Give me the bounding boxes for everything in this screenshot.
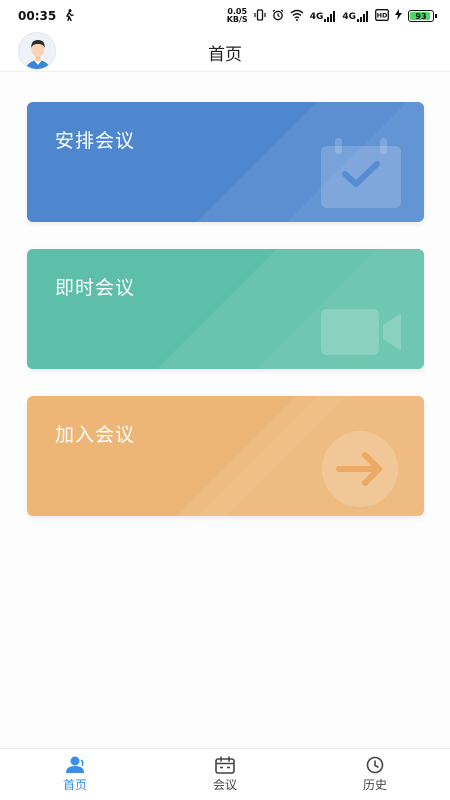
page-title: 首页: [208, 45, 242, 65]
alarm-icon: [272, 9, 284, 24]
tab-history[interactable]: 历史: [300, 749, 450, 800]
status-right: 0.05 KB/S 4G 4G HD 93: [227, 8, 437, 24]
status-time: 00:35: [18, 9, 57, 23]
cell-signal-1: 4G: [309, 10, 337, 22]
calendar-icon: [215, 756, 235, 774]
tab-label: 首页: [62, 778, 87, 792]
svg-text:HD: HD: [377, 11, 388, 19]
tab-label: 历史: [362, 778, 387, 792]
network-speed: 0.05 KB/S: [227, 8, 248, 24]
charging-icon: [395, 9, 402, 23]
home-user-icon: [66, 756, 84, 773]
bottom-tab-bar: 首页 会议 历史: [0, 748, 450, 800]
card-label: 即时会议: [55, 277, 136, 299]
cell-signal-2: 4G: [342, 10, 369, 22]
cell-signal-2-label: 4G: [342, 11, 356, 22]
instant-meeting-card[interactable]: 即时会议: [27, 249, 424, 369]
card-label: 安排会议: [55, 130, 136, 152]
join-meeting-card[interactable]: 加入会议: [27, 396, 424, 516]
status-left: 00:35: [18, 8, 74, 24]
hd-icon: HD: [375, 8, 389, 24]
walking-icon: [64, 8, 74, 24]
vibrate-icon: [254, 8, 266, 24]
arrow-right-circle-icon: [322, 431, 398, 507]
video-camera-icon: [321, 309, 401, 355]
battery-icon: 93: [408, 10, 437, 22]
app-header: 首页: [0, 32, 450, 72]
network-speed-unit: KB/S: [226, 15, 248, 24]
card-label: 加入会议: [55, 424, 136, 446]
tab-label: 会议: [212, 778, 237, 792]
cell-signal-icon: [324, 10, 336, 22]
cell-signal-icon: [357, 10, 368, 22]
clock-icon: [366, 756, 384, 774]
battery-level: 93: [415, 11, 427, 21]
calendar-check-icon: [321, 138, 401, 208]
cell-signal-1-label: 4G: [309, 11, 324, 22]
status-bar: 00:35 0.05 KB/S 4G 4G HD 93: [0, 0, 450, 32]
tab-meeting[interactable]: 会议: [150, 749, 300, 800]
tab-home[interactable]: 首页: [0, 749, 150, 800]
wifi-icon: [290, 9, 304, 24]
schedule-meeting-card[interactable]: 安排会议: [27, 102, 424, 222]
